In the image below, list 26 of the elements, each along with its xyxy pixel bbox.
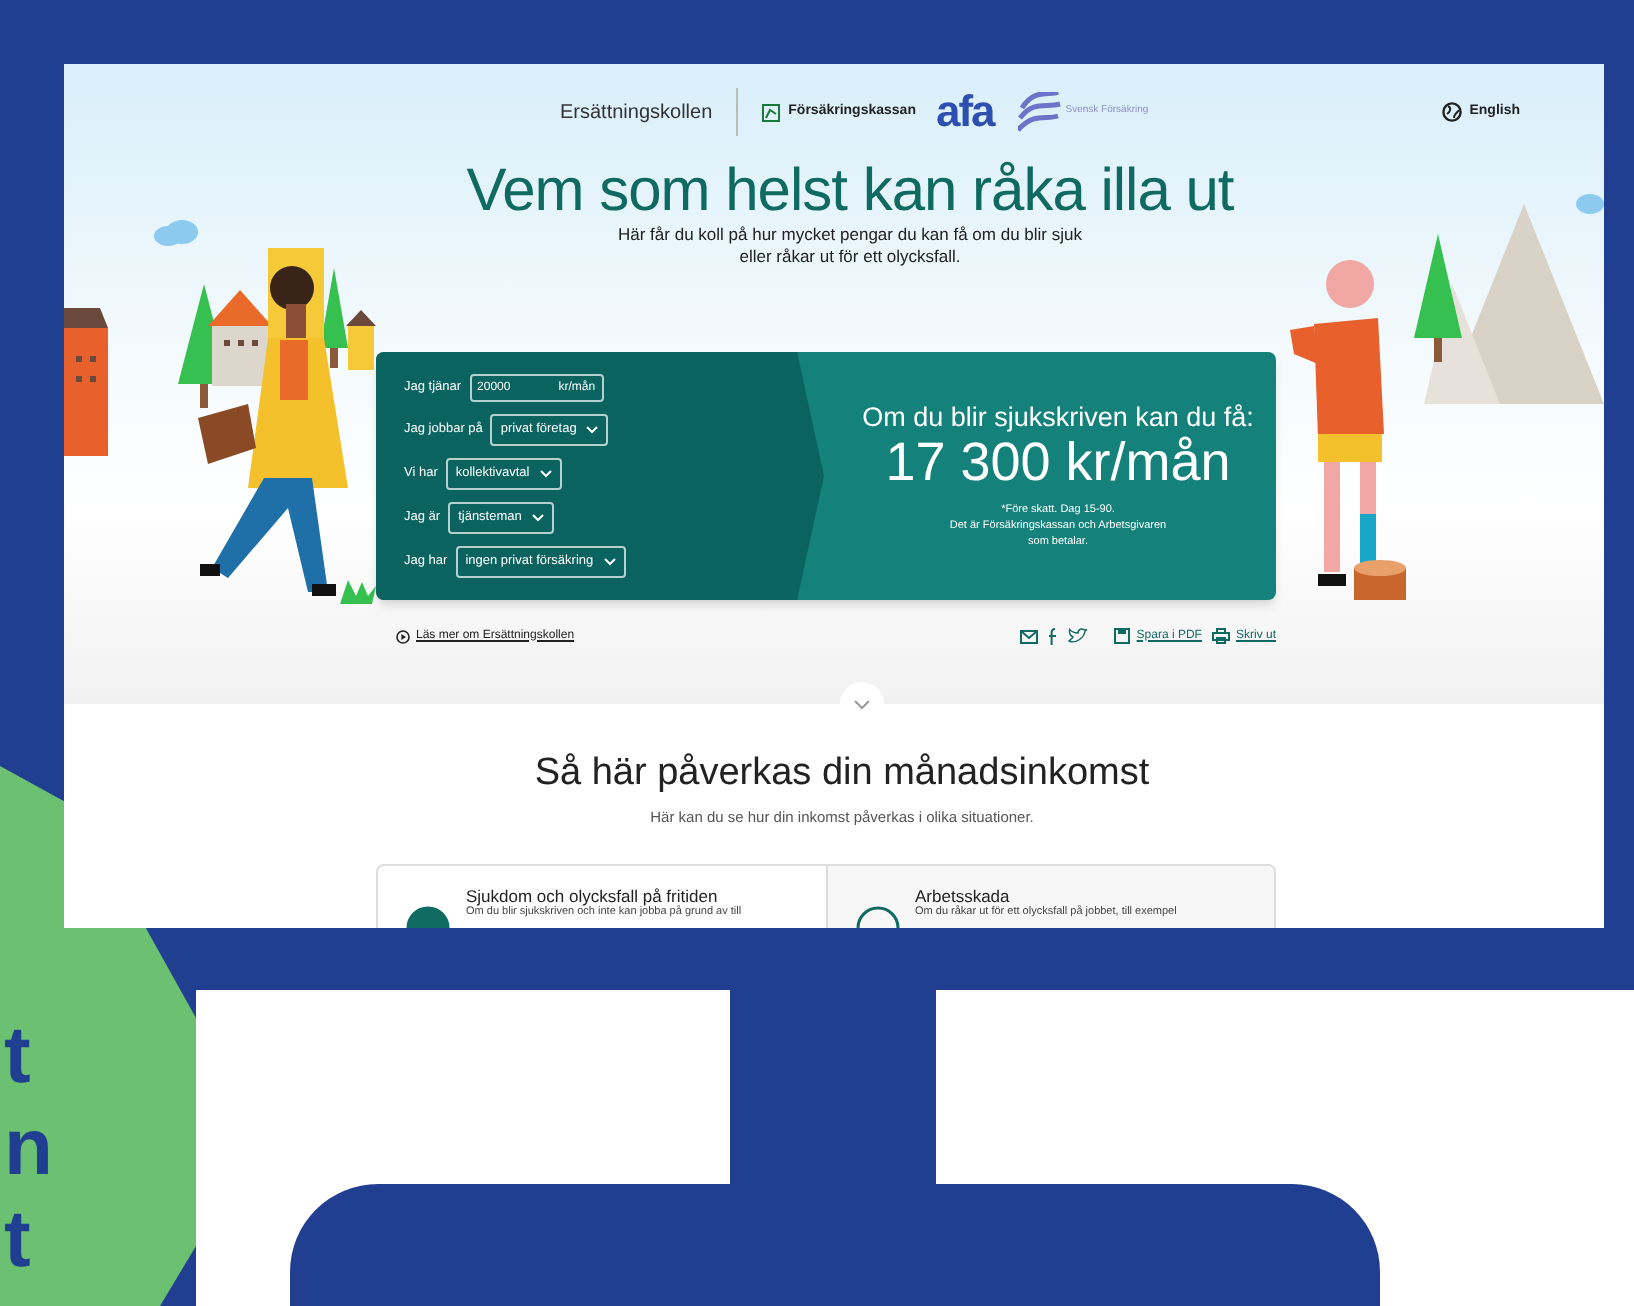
waves-icon — [1017, 92, 1062, 132]
printer-icon — [1211, 628, 1230, 644]
badge-text: t — [4, 1194, 33, 1286]
logo-icon — [762, 103, 781, 121]
section-title: Så här påverkas din månadsinkomst — [532, 750, 1152, 798]
chevron-down-icon — [854, 699, 870, 709]
twitter-icon[interactable] — [1068, 628, 1089, 644]
facebook-icon[interactable] — [1048, 627, 1059, 645]
chevron-down-icon — [586, 426, 599, 434]
globe-icon — [1441, 102, 1462, 122]
site-name[interactable]: Ersättningskollen — [560, 97, 713, 127]
badge-text: n — [4, 1102, 53, 1194]
chevron-down-icon — [603, 558, 616, 566]
chevron-down-icon — [531, 514, 544, 522]
logo[interactable]: afa — [935, 90, 994, 134]
chevron-down-icon — [539, 470, 552, 478]
card-title: Arbetsskada — [915, 886, 1012, 906]
play-icon — [396, 629, 410, 643]
result-amount: 17 300 kr/mån — [885, 434, 1231, 490]
hero-subtitle: Här får du koll på hur mycket pengar du kan få om du blir sjuk eller råkar ut för ett olycksfall. — [618, 224, 1082, 268]
mail-icon[interactable] — [1020, 629, 1039, 643]
card-title: Sjukdom och olycksfall på fritiden — [466, 886, 720, 906]
result-heading: Om du blir sjukskriven kan du få: — [862, 402, 1254, 434]
badge-text: t — [4, 1010, 33, 1102]
hero-title: Vem som helst kan råka illa ut — [466, 160, 1234, 224]
cloud-drawing — [154, 220, 198, 248]
